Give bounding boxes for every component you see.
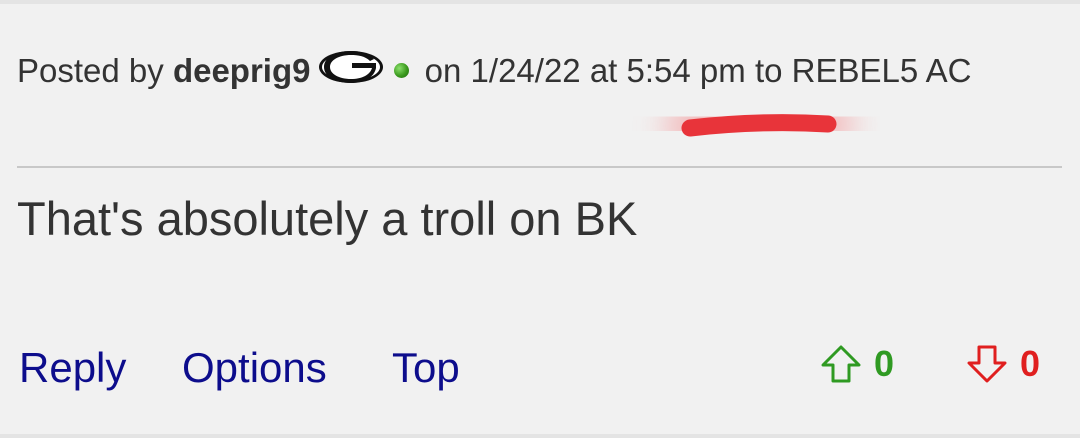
arrow-down-icon [967, 345, 1007, 383]
post-date: 1/24/22 [470, 52, 581, 89]
upvote-count: 0 [874, 343, 895, 384]
upvote-button[interactable]: 0 [820, 342, 894, 386]
downvote-count: 0 [1020, 343, 1041, 384]
options-button[interactable]: Options [182, 342, 327, 394]
recipient-link[interactable]: REBEL5 AC [792, 52, 972, 89]
georgia-g-logo-icon [318, 46, 384, 100]
post-card: Posted by deeprig9 on 1/24/22 at 5:54 pm… [0, 4, 1080, 434]
on-label: on [424, 52, 462, 89]
arrow-up-icon [821, 345, 861, 383]
username-link[interactable]: deeprig9 [173, 52, 311, 89]
at-label: at [589, 52, 618, 89]
online-status-icon [394, 63, 410, 78]
top-button[interactable]: Top [392, 342, 460, 394]
reply-button[interactable]: Reply [19, 342, 126, 394]
post-header: Posted by deeprig9 on 1/24/22 at 5:54 pm… [17, 44, 1047, 100]
header-divider [17, 166, 1062, 168]
to-label: to [754, 52, 783, 89]
post-body: That's absolutely a troll on BK [17, 192, 638, 245]
posted-by-label: Posted by [17, 52, 164, 89]
downvote-button[interactable]: 0 [966, 342, 1040, 386]
bottom-border [0, 434, 1080, 438]
post-time: 5:54 pm [626, 52, 746, 89]
